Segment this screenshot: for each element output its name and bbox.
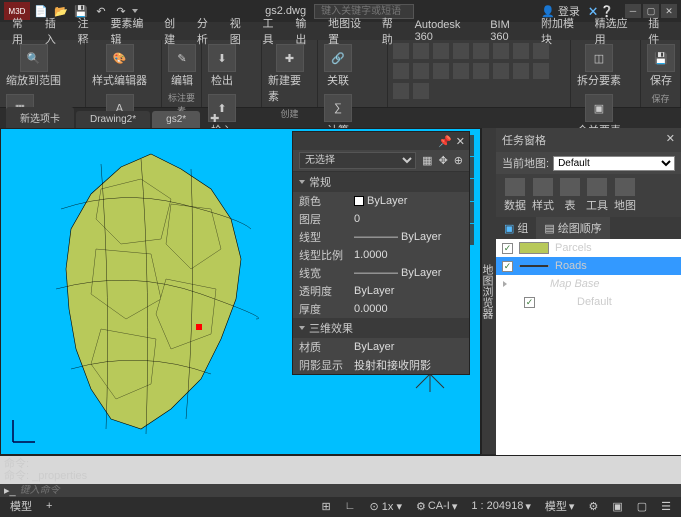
ucs-icon bbox=[9, 416, 39, 446]
doc-tab-gs2[interactable]: gs2* bbox=[152, 111, 200, 128]
relate-button[interactable]: 🔗关联 bbox=[322, 42, 354, 90]
ribbon-tabs: 常用插入注释要素编辑创建分析视图工具输出地图设置帮助Autodesk 360BI… bbox=[0, 22, 681, 40]
task-tool-样式[interactable]: 样式 bbox=[532, 178, 554, 213]
task-tool-数据[interactable]: 数据 bbox=[504, 178, 526, 213]
task-pane-title: 任务窗格 bbox=[502, 132, 546, 148]
command-icon[interactable]: ▸_ bbox=[4, 484, 16, 497]
draw-tool-icon[interactable] bbox=[533, 43, 549, 59]
draw-tool-icon[interactable] bbox=[413, 83, 429, 99]
draw-tool-icon[interactable] bbox=[513, 63, 529, 79]
draw-tool-icon[interactable] bbox=[493, 43, 509, 59]
save-button[interactable]: 💾保存 bbox=[645, 42, 677, 90]
draw-tool-icon[interactable] bbox=[493, 63, 509, 79]
model-space-toggle[interactable]: 模型 ▾ bbox=[541, 497, 579, 515]
status-polar-icon[interactable]: ⊙ 1x ▾ bbox=[366, 499, 406, 514]
quick-select-icon[interactable]: ▦ bbox=[422, 154, 432, 167]
tab-group[interactable]: ▣组 bbox=[496, 217, 536, 239]
draw-tool-icon[interactable] bbox=[453, 63, 469, 79]
qat-dropdown-icon[interactable] bbox=[132, 9, 138, 13]
status-grid-icon[interactable]: ⊞ bbox=[318, 499, 335, 514]
task-close-icon[interactable]: ✕ bbox=[666, 132, 675, 148]
props-close-icon[interactable]: ✕ bbox=[456, 135, 465, 148]
layout-plus-icon[interactable]: + bbox=[42, 499, 56, 513]
model-tab[interactable]: 模型 bbox=[6, 497, 36, 515]
draw-tool-icon[interactable] bbox=[473, 63, 489, 79]
property-row[interactable]: 颜色ByLayer bbox=[293, 192, 469, 210]
new-tab-button[interactable]: ✚ bbox=[202, 109, 227, 128]
style-editor-button[interactable]: 🎨样式编辑器 bbox=[90, 42, 149, 90]
current-map-select[interactable]: Default bbox=[553, 156, 675, 171]
draw-tool-icon[interactable] bbox=[393, 63, 409, 79]
draw-tool-icon[interactable] bbox=[393, 83, 409, 99]
property-row[interactable]: 线型———— ByLayer bbox=[293, 228, 469, 246]
status-max-icon[interactable]: ▣ bbox=[608, 499, 626, 514]
draw-tool-icon[interactable] bbox=[413, 43, 429, 59]
task-tool-工具[interactable]: 工具 bbox=[586, 178, 608, 213]
property-row[interactable]: 图层0 bbox=[293, 210, 469, 228]
pickadd-icon[interactable]: ⊕ bbox=[454, 154, 463, 167]
draw-tool-icon[interactable] bbox=[533, 63, 549, 79]
status-gear-icon[interactable]: ⚙ bbox=[584, 499, 602, 514]
layer-row[interactable]: ✓Parcels bbox=[496, 239, 681, 257]
drawing-scale[interactable]: 1 : 204918 ▾ bbox=[467, 499, 535, 514]
drawing-canvas[interactable]: 📌 ✕ 无选择 ▦ ✥ ⊕ 常规 颜色ByLayer图层0线型———— ByLa… bbox=[0, 128, 481, 455]
status-custom-icon[interactable]: ☰ bbox=[657, 499, 675, 514]
selection-dropdown[interactable]: 无选择 bbox=[299, 152, 416, 169]
draw-tool-icon[interactable] bbox=[413, 63, 429, 79]
property-row[interactable]: 透明度ByLayer bbox=[293, 282, 469, 300]
section-3d[interactable]: 三维效果 bbox=[293, 318, 469, 338]
status-snap-icon[interactable]: ∟ bbox=[341, 499, 360, 513]
draw-tool-icon[interactable] bbox=[393, 43, 409, 59]
select-objects-icon[interactable]: ✥ bbox=[439, 154, 448, 167]
tab-draw-order[interactable]: ▤绘图顺序 bbox=[536, 217, 609, 239]
property-row[interactable]: 线宽———— ByLayer bbox=[293, 264, 469, 282]
draw-tool-icon[interactable] bbox=[433, 43, 449, 59]
zoom-extents-button[interactable]: 🔍缩放到范围 bbox=[4, 42, 63, 90]
layer-row[interactable]: Map Base bbox=[496, 275, 681, 293]
status-clean-icon[interactable]: ▢ bbox=[633, 499, 651, 514]
property-row[interactable]: 阴影显示投射和接收阴影 bbox=[293, 356, 469, 374]
layer-row[interactable]: ✓Roads bbox=[496, 257, 681, 275]
layer-row[interactable]: ✓Default bbox=[496, 293, 681, 311]
section-general[interactable]: 常规 bbox=[293, 172, 469, 192]
draw-tool-icon[interactable] bbox=[433, 63, 449, 79]
properties-panel: 📌 ✕ 无选择 ▦ ✥ ⊕ 常规 颜色ByLayer图层0线型———— ByLa… bbox=[292, 131, 470, 375]
property-row[interactable]: 厚度0.0000 bbox=[293, 300, 469, 318]
task-tool-地图[interactable]: 地图 bbox=[614, 178, 636, 213]
checkout-button[interactable]: ⬇检出 bbox=[206, 42, 238, 90]
doc-tab-drawing2[interactable]: Drawing2* bbox=[76, 111, 150, 128]
command-history: 命令: 命令: _properties bbox=[0, 456, 681, 484]
draw-tool-icon[interactable] bbox=[473, 43, 489, 59]
draw-tool-icon[interactable] bbox=[513, 43, 529, 59]
new-feature-button[interactable]: ✚新建要素 bbox=[266, 42, 313, 106]
property-row[interactable]: 线型比例1.0000 bbox=[293, 246, 469, 264]
edit-button[interactable]: ✎编辑 bbox=[166, 42, 198, 90]
property-row[interactable]: 材质ByLayer bbox=[293, 338, 469, 356]
annotation-scale[interactable]: ⚙ CA-I ▾ bbox=[412, 499, 461, 514]
split-button[interactable]: ◫拆分要素 bbox=[575, 42, 623, 90]
draw-tool-icon[interactable] bbox=[453, 43, 469, 59]
command-input[interactable] bbox=[20, 485, 677, 496]
doc-tab-new[interactable]: 新选项卡 bbox=[6, 107, 74, 128]
props-pin-icon[interactable]: 📌 bbox=[438, 135, 452, 148]
task-tool-表[interactable]: 表 bbox=[560, 178, 580, 213]
map-content bbox=[41, 149, 261, 439]
